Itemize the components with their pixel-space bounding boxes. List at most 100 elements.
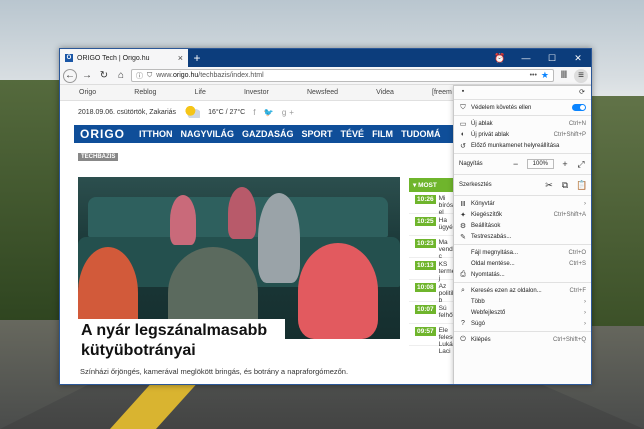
back-button[interactable]: ←	[63, 68, 77, 83]
nav-itthon[interactable]: ITTHON	[139, 129, 173, 139]
fullscreen-icon[interactable]: ⤢	[576, 159, 586, 170]
desktop-hill-right	[584, 96, 644, 326]
hamburger-menu-panel: ▪ ⟳ ⛉ Védelem követés ellen ▭ Új ablak Ctr…	[453, 85, 591, 384]
menu-item-label: Webfejlesztő	[471, 309, 506, 316]
tracking-shield-icon: ⛉	[460, 103, 466, 111]
menu-item-icon: ⚙	[459, 222, 467, 230]
close-window-button[interactable]: ✕	[565, 49, 591, 67]
bookmark-life[interactable]: Life	[195, 89, 206, 96]
nav-film[interactable]: FILM	[372, 129, 393, 139]
menu-item[interactable]: ✎ Testreszabás...	[454, 231, 591, 242]
copy-icon[interactable]: ⧉	[560, 180, 570, 191]
reload-button[interactable]: ↻	[97, 69, 111, 83]
hero-image[interactable]	[78, 177, 400, 339]
menu-item[interactable]: ▭ Új ablak Ctrl+N	[454, 118, 591, 129]
zoom-row: Nagyítás − 100% + ⤢	[454, 156, 591, 172]
hamburger-menu-icon[interactable]: ≡	[574, 68, 588, 83]
bookmark-newsfeed[interactable]: Newsfeed	[307, 89, 338, 96]
zoom-reset-button[interactable]: 100%	[526, 159, 554, 169]
bookmark-videa[interactable]: Videa	[376, 89, 394, 96]
forward-button[interactable]: →	[80, 69, 94, 83]
account-icon[interactable]: ▪	[459, 88, 467, 95]
article-headline[interactable]: A nyár legszánalmasabb kütyübotrányai	[78, 319, 285, 363]
menu-item[interactable]: ⏻ Kilépés Ctrl+Shift+Q	[454, 334, 591, 345]
most-header: ▾ MOST	[409, 178, 457, 192]
bookmark-origo[interactable]: Origo	[79, 89, 96, 96]
news-item[interactable]: 10:08 Az politikai b	[409, 280, 460, 304]
news-item[interactable]: 10:25Ha ügyészség	[409, 214, 470, 236]
nav-toolbar: ← → ↻ ⌂ ⓘ ⛉ www.origo.hu/techbazis/index…	[60, 67, 591, 85]
menu-item-shortcut: Ctrl+Shift+P	[553, 131, 586, 138]
sync-icon[interactable]: ⏰	[487, 49, 513, 67]
origo-favicon-icon: O	[65, 54, 73, 62]
menu-item-shortcut: ›	[584, 200, 586, 207]
news-item[interactable]: 10:23 Ma vendégét c	[409, 236, 465, 260]
news-item[interactable]: 09:57 Ele feleségét Lukács Laci	[409, 324, 465, 355]
new-tab-button[interactable]: +	[188, 49, 206, 67]
news-item[interactable]: 10:07 Sú felhőtarb	[409, 302, 464, 324]
bookmark-freemail[interactable]: [freem	[432, 89, 452, 96]
menu-item-shortcut: Ctrl+S	[569, 260, 586, 267]
nav-teve[interactable]: TÉVÉ	[341, 129, 365, 139]
menu-item[interactable]: ↺ Előző munkamenet helyreállítása	[454, 140, 591, 151]
date-text: 2018.09.06. csütörtök, Zakariás	[78, 108, 177, 116]
person-back-1	[170, 195, 196, 245]
edit-label: Szerkesztés	[459, 182, 492, 188]
bookmark-investor[interactable]: Investor	[244, 89, 269, 96]
page-actions-icon[interactable]: •••	[530, 72, 537, 79]
cut-icon[interactable]: ✂	[544, 180, 554, 191]
nav-tudomany[interactable]: TUDOMÁ	[401, 129, 441, 139]
menu-item[interactable]: Webfejlesztő ›	[454, 307, 591, 318]
menu-item-label: Előző munkamenet helyreállítása	[471, 142, 560, 149]
menu-header-row: ▪ ⟳	[454, 86, 591, 97]
home-button[interactable]: ⌂	[114, 69, 128, 83]
minimize-button[interactable]: —	[513, 49, 539, 67]
maximize-button[interactable]: ☐	[539, 49, 565, 67]
zoom-out-button[interactable]: −	[511, 159, 521, 169]
zoom-in-button[interactable]: +	[560, 159, 570, 169]
social-icons[interactable]: f 🐦 g+	[253, 108, 297, 117]
menu-item-icon: ⎙	[460, 270, 466, 278]
menu-item-label: Új privát ablak	[471, 131, 510, 138]
menu-item-label: Fájl megnyitása...	[471, 249, 519, 256]
menu-item-shortcut: Ctrl+Shift+Q	[552, 336, 586, 343]
paste-icon[interactable]: 📋	[576, 180, 587, 191]
tab-title: ORIGO Tech | Origo.hu	[77, 54, 150, 62]
tab-origo[interactable]: O ORIGO Tech | Origo.hu ×	[60, 49, 188, 67]
nav-nagyvilag[interactable]: NAGYVILÁG	[181, 129, 235, 139]
info-icon[interactable]: ⓘ	[136, 71, 143, 81]
tab-close-icon[interactable]: ×	[178, 53, 183, 63]
menu-item[interactable]: ◐ Új privát ablak Ctrl+Shift+P	[454, 129, 591, 140]
origo-logo[interactable]: ORIGO	[80, 127, 125, 141]
menu-item[interactable]: Több ›	[454, 296, 591, 307]
menu-item-label: Kilépés	[471, 336, 491, 343]
library-icon[interactable]: Ⅲ	[557, 69, 571, 83]
tracking-toggle[interactable]	[572, 104, 586, 111]
menu-item[interactable]: ⎙ Nyomtatás...	[454, 269, 591, 280]
news-item[interactable]: 10:26 Mi bíróság el	[409, 192, 460, 216]
menu-item[interactable]: ✦ Kiegészítők Ctrl+Shift+A	[454, 209, 591, 220]
nav-sport[interactable]: SPORT	[302, 129, 333, 139]
tracking-protection-row[interactable]: ⛉ Védelem követés ellen	[454, 102, 591, 113]
person-woman-right	[298, 243, 378, 339]
sync-now-icon[interactable]: ⟳	[578, 88, 586, 96]
news-item[interactable]: 10:13 KS termelés j	[409, 258, 464, 282]
menu-item-shortcut: ›	[584, 298, 586, 305]
menu-item-label: Új ablak	[471, 120, 493, 127]
shield-icon[interactable]: ⛉	[147, 72, 152, 80]
bookmark-star-icon[interactable]: ★	[541, 70, 549, 81]
menu-item[interactable]: ? Súgó ›	[454, 318, 591, 329]
menu-item[interactable]: Oldal mentése... Ctrl+S	[454, 258, 591, 269]
bookmark-reblog[interactable]: Reblog	[134, 89, 156, 96]
menu-item[interactable]: Ⅲ Könyvtár ›	[454, 198, 591, 209]
url-bar[interactable]: ⓘ ⛉ www.origo.hu/techbazis/index.html ••…	[131, 69, 554, 82]
menu-item[interactable]: ⌕ Keresés ezen az oldalon... Ctrl+F	[454, 285, 591, 296]
section-tag[interactable]: TECHBÁZIS	[78, 153, 119, 161]
menu-item[interactable]: ⚙ Beállítások	[454, 220, 591, 231]
person-man-standing	[258, 193, 300, 283]
nav-gazdasag[interactable]: GAZDASÁG	[242, 129, 294, 139]
menu-item-label: Súgó	[471, 320, 486, 327]
menu-item[interactable]: Fájl megnyitása... Ctrl+O	[454, 247, 591, 258]
menu-item-shortcut: Ctrl+Shift+A	[553, 211, 586, 218]
weather-icon	[184, 106, 201, 118]
